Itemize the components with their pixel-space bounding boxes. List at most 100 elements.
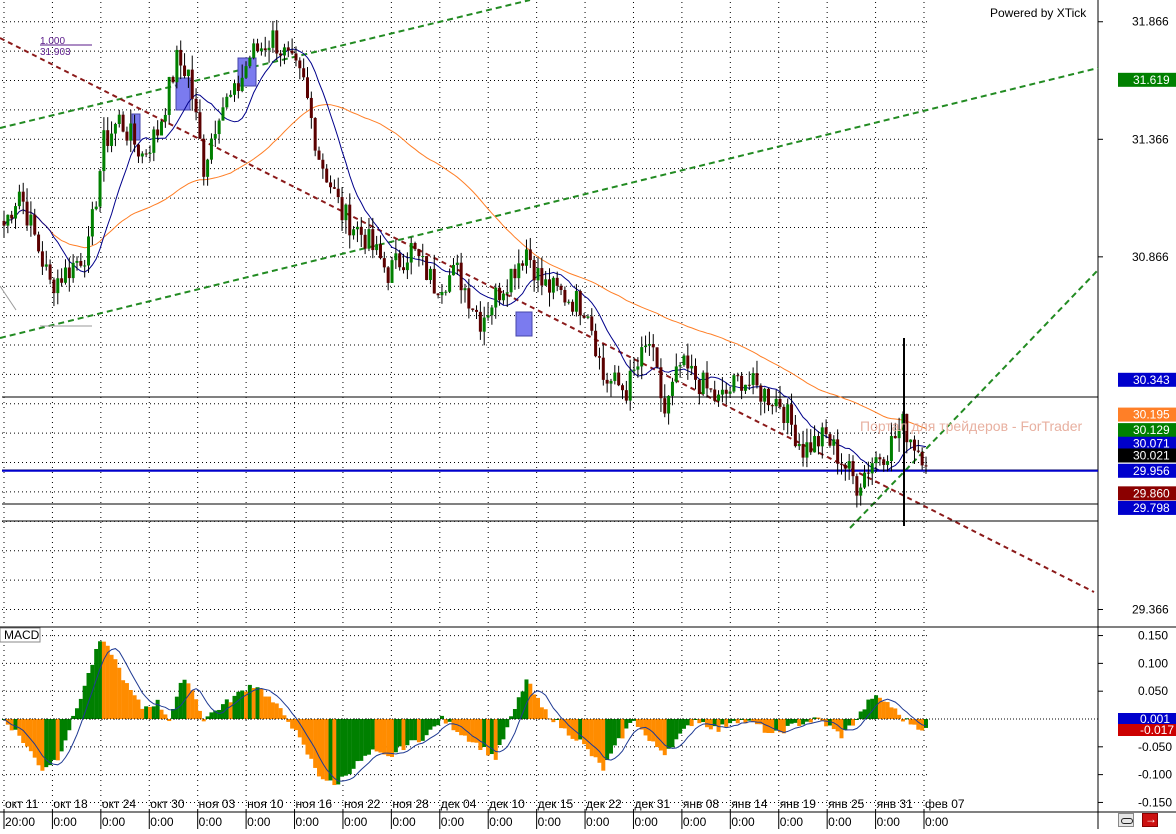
- candle-body: [48, 264, 52, 280]
- powered-by-label: Powered by XTick: [990, 6, 1087, 20]
- macd-bar: [267, 696, 272, 719]
- candle-body: [882, 459, 886, 465]
- candle-body: [186, 69, 190, 77]
- chart-area[interactable]: 1.000 31.903 31.866 31.366 30.866 29.366 31.61…: [0, 0, 1176, 829]
- exit-button[interactable]: [1142, 812, 1158, 827]
- candle-body: [728, 391, 732, 394]
- macd-bar: [48, 719, 53, 766]
- candle-body: [755, 373, 759, 386]
- macd-bar: [13, 719, 18, 730]
- candle-body: [509, 268, 513, 293]
- candle-body: [83, 265, 87, 267]
- macd-bar: [543, 709, 548, 719]
- macd-bar: [597, 719, 602, 763]
- macd-bar: [98, 641, 103, 719]
- macd-bar: [59, 719, 64, 752]
- macd-bar: [136, 699, 141, 719]
- candle-body: [286, 47, 290, 51]
- chart-svg: 1.00031.90331.86631.36630.86629.36631.61…: [0, 0, 1176, 829]
- candle-body: [498, 287, 502, 301]
- macd-bar: [843, 719, 848, 730]
- watermark-text: Портал для трейдеров - ForTrader: [860, 418, 1083, 434]
- time-hour-label: 0:00: [150, 815, 174, 829]
- macd-bar: [497, 719, 502, 746]
- candle-body: [156, 129, 160, 136]
- price-tag-label: 30.343: [1133, 373, 1170, 387]
- candle-body: [421, 256, 425, 258]
- candle-body: [221, 107, 225, 121]
- candle-body: [63, 267, 67, 283]
- candle-body: [782, 406, 786, 423]
- candle-body: [348, 204, 352, 236]
- macd-bar: [259, 688, 264, 719]
- candle-body: [405, 262, 409, 271]
- candle-body: [866, 472, 870, 474]
- macd-bar: [317, 719, 322, 777]
- candle-body: [548, 279, 552, 293]
- candle-body: [440, 291, 444, 296]
- macd-tick-label: -0.100: [1138, 768, 1172, 782]
- candle-body: [740, 375, 744, 391]
- link-toggle-button[interactable]: [1118, 813, 1134, 827]
- candle-body: [332, 187, 336, 189]
- price-tag-label: 29.860: [1133, 486, 1170, 500]
- price-tick-label: 30.866: [1132, 250, 1169, 264]
- candle-body: [290, 50, 294, 54]
- macd-bar: [593, 719, 598, 758]
- time-date-label: окт 30: [150, 797, 185, 811]
- candle-body: [909, 439, 913, 443]
- macd-bar: [628, 719, 633, 723]
- macd-bar: [559, 719, 564, 729]
- macd-bar: [539, 707, 544, 719]
- macd-bar: [697, 719, 702, 724]
- macd-bar: [858, 711, 863, 719]
- candle-body: [409, 243, 413, 263]
- candle-body: [271, 30, 275, 48]
- candle-body: [809, 442, 813, 453]
- candle-body: [751, 373, 755, 385]
- macd-bar: [370, 719, 375, 750]
- candle-body: [417, 249, 421, 257]
- candle-body: [194, 98, 198, 113]
- candle-body: [121, 114, 125, 132]
- candle-body: [90, 209, 94, 237]
- candle-body: [190, 69, 194, 99]
- macd-tick-label: 0.100: [1138, 656, 1168, 670]
- time-date-label: окт 11: [5, 797, 39, 811]
- macd-bar: [366, 719, 371, 755]
- candle-body: [847, 461, 851, 469]
- macd-bar: [86, 672, 91, 719]
- candle-body: [444, 291, 448, 293]
- macd-bar: [270, 702, 275, 719]
- macd-bar: [309, 719, 314, 759]
- candle-body: [532, 260, 536, 281]
- macd-bar: [785, 719, 790, 726]
- candle-body: [144, 153, 148, 155]
- macd-bar: [662, 719, 667, 756]
- macd-bar: [893, 708, 898, 719]
- candle-body: [336, 188, 340, 198]
- time-date-label: ноя 22: [344, 797, 381, 811]
- candle-body: [594, 330, 598, 357]
- macd-bar: [781, 719, 786, 734]
- candle-body: [102, 130, 106, 172]
- time-hour-label: 0:00: [247, 815, 271, 829]
- price-tag-label: 30.021: [1133, 448, 1170, 462]
- macd-bar: [478, 719, 483, 751]
- time-hour-label: 0:00: [683, 815, 707, 829]
- macd-bar: [420, 719, 425, 741]
- candle-body: [467, 288, 471, 309]
- macd-bar: [885, 702, 890, 719]
- macd-bar: [101, 641, 106, 719]
- candle-body: [244, 66, 248, 78]
- candle-body: [694, 365, 697, 380]
- candle-body: [674, 366, 678, 382]
- macd-bar: [132, 695, 137, 719]
- macd-bar: [190, 690, 195, 719]
- macd-bar: [36, 719, 41, 766]
- macd-bar: [674, 719, 679, 740]
- candle-body: [75, 260, 79, 263]
- candle-body: [697, 379, 701, 395]
- macd-bar: [290, 719, 295, 729]
- macd-bar: [413, 719, 418, 741]
